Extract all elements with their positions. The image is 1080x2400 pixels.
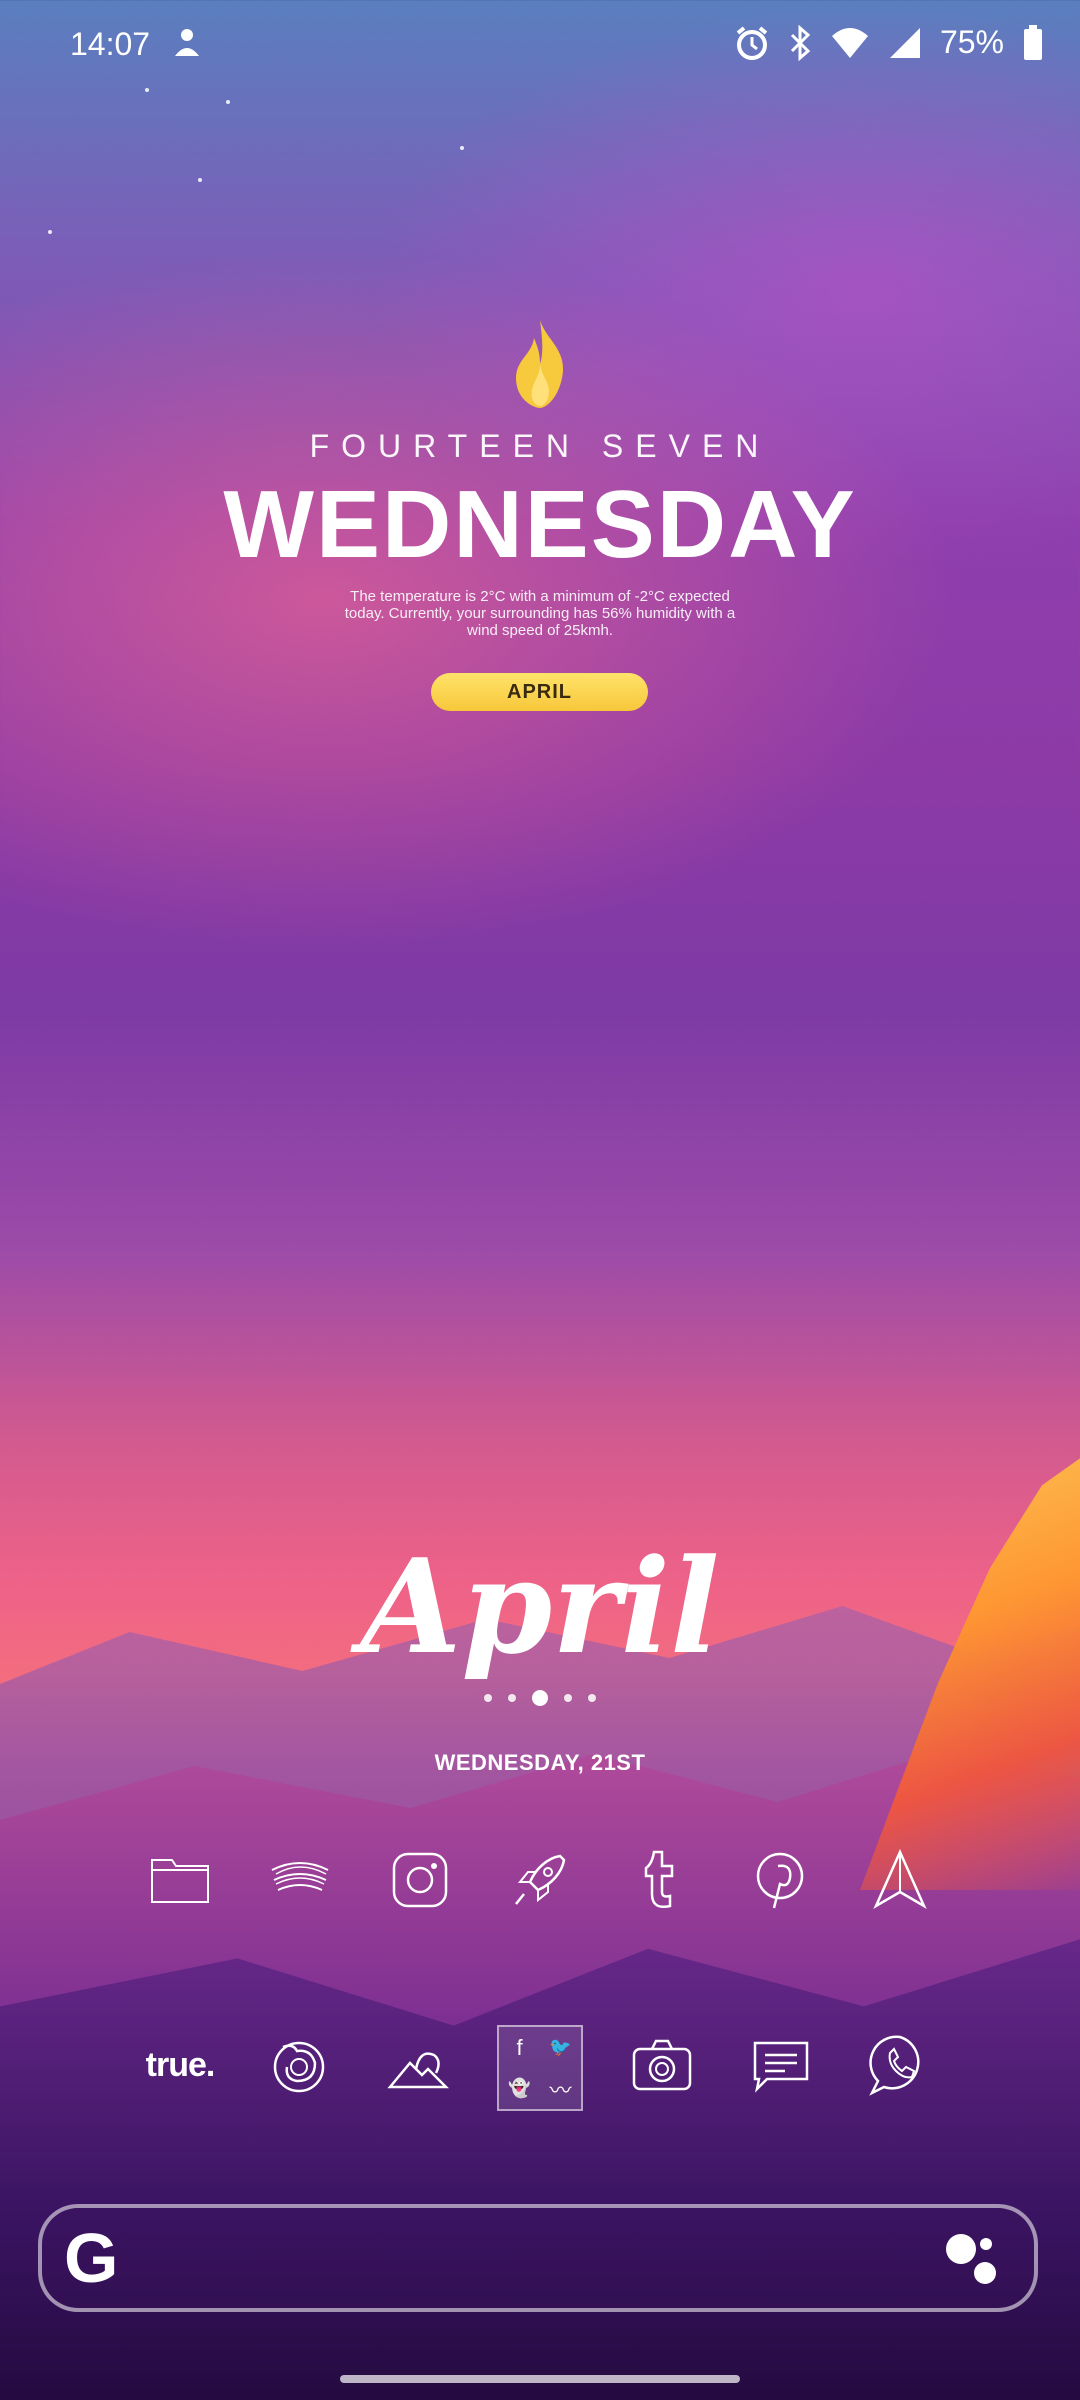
star <box>198 178 202 182</box>
google-logo[interactable]: G <box>64 2223 118 2293</box>
spotify-icon <box>271 1862 329 1891</box>
instagram-icon <box>392 1852 448 1908</box>
send-app[interactable] <box>860 1840 940 1920</box>
true-app[interactable]: true. <box>140 2025 220 2105</box>
true-logo: true. <box>145 2045 216 2084</box>
firefox-app[interactable] <box>259 2025 339 2105</box>
whatsapp-icon <box>869 2035 920 2096</box>
notification-icon <box>170 26 204 65</box>
page-dot[interactable] <box>564 1694 572 1702</box>
clock-time: 14:07 <box>70 26 151 62</box>
files-app[interactable] <box>140 1840 220 1920</box>
star <box>226 100 230 104</box>
twitter-icon: 🐦 <box>549 2037 572 2057</box>
gallery-icon <box>387 2052 450 2089</box>
app-row-2: true. f 🐦 👻 〰 <box>140 2025 940 2111</box>
page-dot-active[interactable] <box>532 1690 548 1706</box>
status-bar: 14:07 75% <box>0 0 1080 92</box>
messages-icon <box>753 2041 809 2093</box>
tumblr-app[interactable] <box>620 1840 700 1920</box>
messages-app[interactable] <box>741 2025 821 2105</box>
page-dot[interactable] <box>484 1694 492 1702</box>
google-search-bar[interactable]: G <box>38 2204 1038 2312</box>
battery-icon <box>1022 24 1044 61</box>
month-script-title: April <box>360 1530 720 1683</box>
background-mountain-near <box>0 1939 1080 2400</box>
star <box>460 146 464 150</box>
cellular-signal-icon <box>888 26 922 60</box>
star <box>48 230 52 234</box>
social-folder[interactable]: f 🐦 👻 〰 <box>497 2025 583 2111</box>
date-line: WEDNESDAY, 21ST <box>434 1750 646 1775</box>
page-dot[interactable] <box>508 1694 516 1702</box>
facebook-icon: f <box>516 2034 523 2060</box>
spotify-app[interactable] <box>260 1840 340 1920</box>
whatsapp-app[interactable] <box>860 2025 940 2105</box>
pinterest-app[interactable] <box>740 1840 820 1920</box>
page-dot[interactable] <box>588 1694 596 1702</box>
flame-icon <box>510 318 570 415</box>
rocket-icon <box>515 1854 566 1905</box>
snapchat-icon: 👻 <box>508 2078 531 2098</box>
alarm-icon <box>734 25 770 61</box>
instagram-app[interactable] <box>380 1840 460 1920</box>
gallery-app[interactable] <box>378 2025 458 2105</box>
battery-percent: 75% <box>939 24 1004 60</box>
weather-description: The temperature is 2°C with a minimum of… <box>344 588 736 639</box>
launcher-app[interactable] <box>500 1840 580 1920</box>
camera-icon <box>632 2039 692 2091</box>
time-in-words: FOURTEEN SEVEN <box>309 428 771 464</box>
navigation-gesture-bar[interactable] <box>340 2375 740 2383</box>
app-row-1 <box>140 1840 940 1920</box>
tumblr-icon <box>644 1850 674 1908</box>
analytics-icon: 〰 <box>549 2077 572 2103</box>
send-icon <box>873 1848 927 1910</box>
bluetooth-icon <box>788 24 812 61</box>
status-icons: 75% <box>734 24 1044 61</box>
page-indicator <box>0 1690 1080 1706</box>
month-pill[interactable]: APRIL <box>431 673 648 711</box>
assistant-icon[interactable] <box>946 2234 1006 2290</box>
files-icon <box>151 1859 209 1903</box>
pinterest-icon <box>756 1852 804 1909</box>
weekday-title: WEDNESDAY <box>223 471 857 578</box>
firefox-icon <box>273 2041 325 2093</box>
wifi-icon <box>830 26 870 60</box>
camera-app[interactable] <box>622 2025 702 2105</box>
